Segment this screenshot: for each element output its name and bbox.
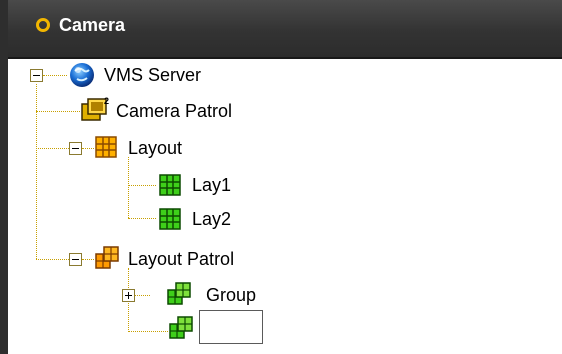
rename-item-input[interactable] <box>199 310 263 344</box>
tree-item-group[interactable]: Group <box>206 284 256 306</box>
tree-connector <box>36 111 80 112</box>
panel-left-border <box>0 0 8 354</box>
tree-item-vms-server[interactable]: VMS Server <box>104 64 201 86</box>
expand-toggle-group[interactable] <box>122 289 135 302</box>
tree-connector <box>36 259 69 260</box>
tree-connector <box>128 157 129 218</box>
collapse-toggle-layout-patrol[interactable] <box>69 253 82 266</box>
tree-connector <box>128 331 168 332</box>
globe-server-icon <box>70 63 94 87</box>
panel-title: Camera <box>59 15 126 35</box>
camera-tree[interactable]: VMS Server 2 Camera Patrol Layout Lay1 L… <box>8 59 562 354</box>
tree-item-camera-patrol[interactable]: Camera Patrol <box>116 100 232 122</box>
tree-connector <box>134 295 150 296</box>
layout-patrol-icon <box>95 246 119 269</box>
tree-item-lay1[interactable]: Lay1 <box>192 174 231 196</box>
tree-connector <box>43 75 67 76</box>
tree-connector <box>36 148 69 149</box>
layout-group-icon <box>167 282 191 305</box>
tree-connector <box>82 148 94 149</box>
tree-connector <box>82 259 94 260</box>
tree-connector <box>128 218 156 219</box>
bullet-icon <box>36 18 50 32</box>
collapse-toggle-layout[interactable] <box>69 142 82 155</box>
tree-connector <box>128 185 156 186</box>
collapse-toggle-vms-server[interactable] <box>30 69 43 82</box>
panel-header: Camera <box>0 0 562 57</box>
layout-grid-icon <box>95 136 117 158</box>
layout-green-icon <box>159 174 181 196</box>
tree-item-lay2[interactable]: Lay2 <box>192 208 231 230</box>
camera-panel: Camera VMS Server 2 Camera Patrol Layout… <box>0 0 562 354</box>
tree-item-layout[interactable]: Layout <box>128 137 182 159</box>
layout-group-icon <box>169 316 193 339</box>
camera-patrol-icon: 2 <box>81 96 109 121</box>
tree-item-layout-patrol[interactable]: Layout Patrol <box>128 248 234 270</box>
svg-text:2: 2 <box>104 96 109 106</box>
layout-green-icon <box>159 208 181 230</box>
